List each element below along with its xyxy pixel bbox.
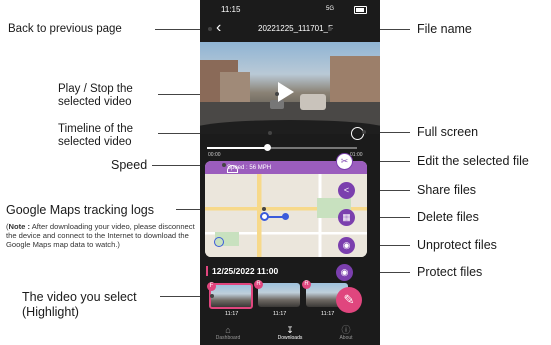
home-icon: ⌂ — [225, 325, 231, 335]
leader-dot — [362, 130, 366, 134]
speed-text: Speed : 56 MPH — [227, 164, 272, 171]
trash-icon: ▦ — [342, 212, 351, 222]
timeline-start: 00:00 — [208, 152, 221, 158]
nav-dashboard[interactable]: ⌂ Dashboard — [208, 325, 248, 341]
pen-icon: ✎ — [343, 292, 355, 307]
note-text: (Note : After downloading your video, pl… — [6, 222, 195, 250]
top-bar: ‹ 20221225_111701_F — [200, 18, 380, 40]
label-play-1: Play / Stop the — [58, 83, 133, 95]
note-bold: Note : — [8, 222, 31, 231]
video-thumbnail[interactable]: R — [254, 280, 300, 307]
note-body: After downloading your video, please dis… — [6, 222, 195, 250]
front-badge: F — [207, 282, 216, 291]
locate-icon[interactable] — [214, 237, 224, 247]
rear-badge: R — [302, 280, 311, 289]
label-timeline-1: Timeline of the — [58, 123, 133, 135]
info-icon: ⓘ — [341, 325, 351, 335]
label-edit: Edit the selected file — [417, 154, 529, 168]
bottom-nav: ⌂ Dashboard ↧ Downloads ⓘ About — [200, 322, 380, 345]
label-speed: Speed — [111, 158, 148, 172]
nav-about[interactable]: ⓘ About — [326, 325, 366, 341]
label-protect: Protect files — [417, 265, 483, 279]
timeline-knob[interactable] — [264, 144, 271, 151]
file-name: 20221225_111701_F — [258, 24, 333, 33]
label-selected-2: (Highlight) — [22, 305, 79, 319]
play-icon[interactable] — [278, 82, 294, 102]
leader-dot — [268, 131, 272, 135]
leader-dot — [208, 27, 212, 31]
leader-dot — [210, 294, 214, 298]
date-header: 12/25/2022 11:00 — [205, 266, 279, 276]
leader-dot — [262, 207, 266, 211]
label-delete: Delete files — [417, 210, 479, 224]
unlock-icon: ◉ — [342, 240, 351, 250]
battery-icon — [354, 6, 367, 14]
delete-button[interactable]: ▦ — [338, 209, 355, 226]
edit-pen-button[interactable]: ✎ — [336, 287, 362, 313]
phone-screen: 11:15 5G ‹ 20221225_111701_F 00:00 01:00… — [200, 0, 380, 345]
label-back: Back to previous page — [8, 23, 122, 35]
track-end-marker — [282, 213, 289, 220]
unprotect-button[interactable]: ◉ — [338, 237, 355, 254]
lock-icon: ◉ — [340, 267, 349, 277]
label-unprotect: Unprotect files — [417, 238, 497, 252]
nav-label: Downloads — [277, 335, 303, 341]
label-play-2: selected video — [58, 96, 132, 108]
nav-downloads[interactable]: ↧ Downloads — [270, 325, 310, 341]
video-frame — [300, 94, 326, 110]
label-share: Share files — [417, 183, 477, 197]
scissors-icon: ✂ — [340, 156, 349, 166]
label-google-maps: Google Maps tracking logs — [6, 203, 154, 217]
thumbnail-caption: 11:17 — [273, 311, 287, 317]
nav-label: About — [339, 335, 353, 341]
leader-dot — [222, 163, 226, 167]
label-timeline-2: selected video — [58, 136, 132, 148]
thumbnail-caption: 11:17 — [321, 311, 335, 317]
back-icon[interactable]: ‹ — [216, 20, 221, 36]
timeline-slider[interactable] — [207, 144, 357, 151]
rear-badge: R — [254, 280, 263, 289]
label-selected-1: The video you select — [22, 290, 137, 304]
label-full-screen: Full screen — [417, 125, 479, 139]
video-player[interactable] — [200, 42, 380, 134]
video-thumbnail[interactable]: F — [207, 282, 253, 309]
label-file-name: File name — [417, 22, 472, 36]
protect-button[interactable]: ◉ — [336, 264, 353, 281]
leader-dot — [275, 92, 279, 96]
nav-label: Dashboard — [215, 335, 241, 341]
status-time: 11:15 — [221, 5, 241, 14]
timeline-progress — [207, 147, 267, 149]
status-bar: 11:15 5G — [200, 0, 380, 18]
leader-dot — [328, 27, 332, 31]
share-icon: < — [343, 185, 350, 195]
signal-indicator: 5G — [326, 6, 335, 12]
download-icon: ↧ — [286, 325, 294, 335]
edit-button[interactable]: ✂ — [336, 153, 353, 170]
share-button[interactable]: < — [338, 182, 355, 199]
track-start-marker — [260, 212, 269, 221]
thumbnail-caption: 11:17 — [225, 311, 239, 317]
